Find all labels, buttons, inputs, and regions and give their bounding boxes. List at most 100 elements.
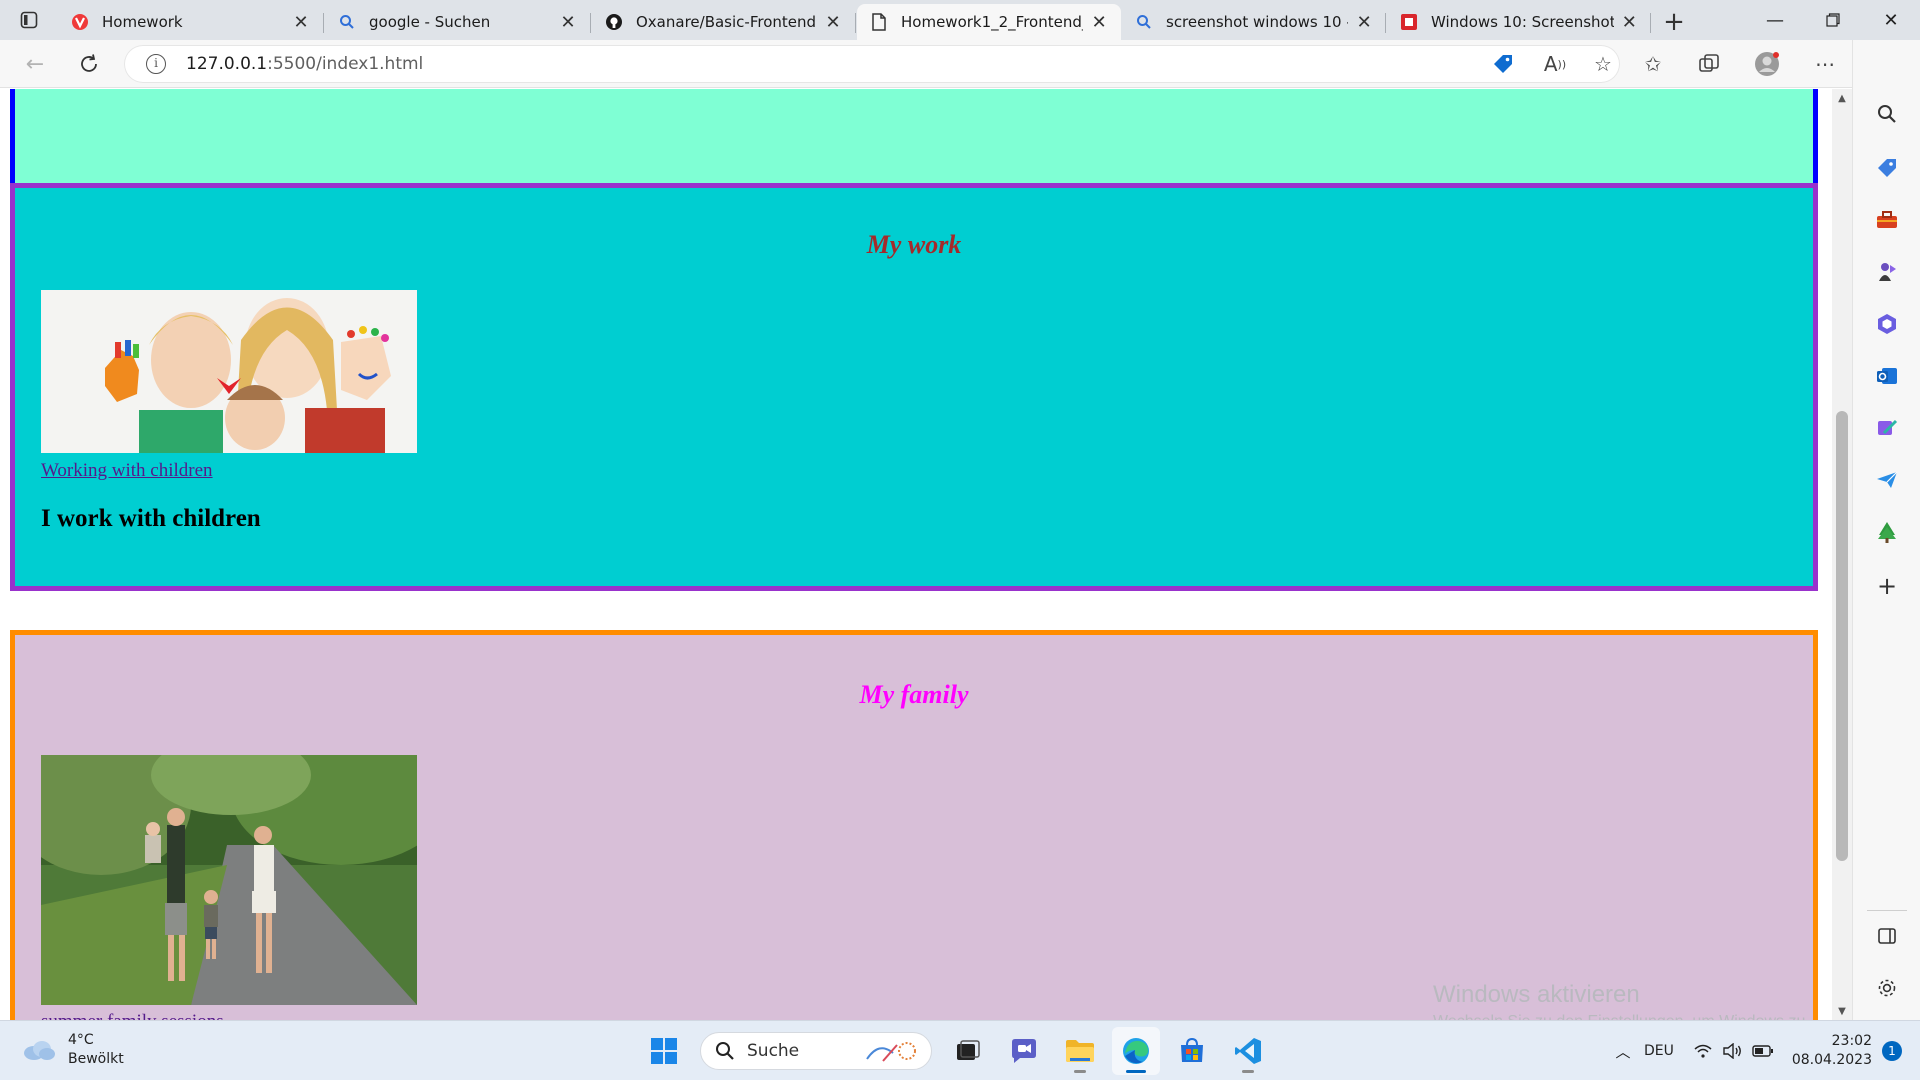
search-icon — [716, 1042, 734, 1060]
volume-icon[interactable] — [1718, 1043, 1748, 1059]
tab-windows10-screenshot[interactable]: Windows 10: Screenshot ers ✕ — [1387, 4, 1651, 40]
tab-title: screenshot windows 10 - Su — [1166, 13, 1348, 31]
close-icon: ✕ — [1883, 9, 1899, 31]
more-menu-icon[interactable]: ⋯ — [1812, 51, 1838, 77]
clock[interactable]: 23:02 08.04.2023 — [1792, 1032, 1872, 1070]
family-photo — [41, 755, 417, 1005]
sidebar-tools-icon[interactable] — [1871, 204, 1903, 236]
shopping-tag-icon[interactable] — [1490, 51, 1516, 77]
edge-sidebar: + — [1852, 40, 1920, 1020]
sidebar-search-icon[interactable] — [1871, 98, 1903, 130]
new-tab-button[interactable]: + — [1652, 4, 1696, 40]
sidebar-tree-icon[interactable] — [1871, 516, 1903, 548]
scrollbar-thumb[interactable] — [1836, 411, 1848, 861]
page-viewport: My work Working with children I work wit… — [0, 89, 1832, 1020]
work-heading: I work with children — [41, 505, 261, 532]
sidebar-designer-icon[interactable] — [1871, 412, 1903, 444]
scroll-down-arrow-icon[interactable]: ▼ — [1832, 1002, 1852, 1020]
tab-title: Homework — [102, 13, 183, 31]
task-view-icon — [957, 1040, 980, 1060]
address-bar[interactable]: i 127.0.0.1:5500/index1.html A)) ☆ — [124, 45, 1620, 83]
close-icon[interactable]: ✕ — [559, 12, 577, 33]
weather-desc: Bewölkt — [68, 1051, 124, 1067]
edge-browser-button[interactable] — [1112, 1027, 1160, 1075]
sidebar-microsoft365-icon[interactable] — [1871, 308, 1903, 340]
clock-time: 23:02 — [1831, 1033, 1872, 1049]
teams-chat-icon — [1012, 1039, 1036, 1063]
vscode-button[interactable] — [1224, 1027, 1272, 1075]
working-with-children-link[interactable]: Working with children — [41, 460, 213, 482]
profile-avatar[interactable] — [1754, 51, 1780, 77]
sidebar-shopping-icon[interactable] — [1871, 152, 1903, 184]
close-icon[interactable]: ✕ — [1091, 12, 1107, 33]
microsoft-store-button[interactable] — [1168, 1027, 1216, 1075]
window-controls: — ✕ — [1746, 0, 1920, 40]
browser-toolbar: ← i 127.0.0.1:5500/index1.html A)) ☆ ✩ ⋯ — [0, 40, 1920, 88]
minimize-button[interactable]: — — [1746, 0, 1804, 40]
url-path: :5500/index1.html — [267, 54, 424, 74]
tab-actions-icon — [20, 11, 38, 29]
hide-sidebar-icon[interactable] — [1871, 920, 1903, 952]
sidebar-games-icon[interactable] — [1871, 256, 1903, 288]
system-tray: ︿ DEU 23:02 08.04.2023 1 — [1608, 1021, 1920, 1081]
minimize-icon: — — [1766, 9, 1784, 31]
wifi-icon[interactable] — [1688, 1044, 1718, 1058]
sidebar-outlook-icon[interactable] — [1871, 360, 1903, 392]
url-text: 127.0.0.1:5500/index1.html — [186, 54, 423, 74]
taskbar-search-box[interactable]: Suche — [700, 1032, 932, 1070]
windows-logo-icon — [651, 1038, 677, 1064]
close-window-button[interactable]: ✕ — [1862, 0, 1920, 40]
task-view-button[interactable] — [944, 1027, 992, 1075]
file-explorer-button[interactable] — [1056, 1027, 1104, 1075]
show-hidden-icons-chevron-icon[interactable]: ︿ — [1608, 1041, 1638, 1062]
sidebar-add-icon[interactable]: + — [1871, 570, 1903, 602]
tab-title: Windows 10: Screenshot ers — [1431, 13, 1614, 31]
running-indicator — [1242, 1070, 1254, 1073]
watermark-title: Windows aktivieren — [1433, 981, 1640, 1008]
family-title: My family — [859, 680, 969, 709]
tab-google-search[interactable]: google - Suchen ✕ — [325, 4, 591, 40]
teams-chat-button[interactable] — [1000, 1027, 1048, 1075]
sidebar-drop-icon[interactable] — [1871, 464, 1903, 496]
tab-homework[interactable]: Homework ✕ — [58, 4, 324, 40]
tab-github[interactable]: Oxanare/Basic-Frontend ✕ — [592, 4, 856, 40]
weather-widget[interactable]: 4°C Bewölkt — [22, 1031, 124, 1069]
read-aloud-icon[interactable]: A)) — [1542, 51, 1568, 77]
search-label: Suche — [747, 1041, 800, 1061]
sidebar-settings-gear-icon[interactable] — [1871, 972, 1903, 1004]
work-title: My work — [866, 230, 962, 259]
bing-search-icon — [1134, 12, 1154, 32]
vertical-scrollbar[interactable]: ▲ ▼ — [1832, 89, 1852, 1020]
url-host: 127.0.0.1 — [186, 54, 268, 74]
vivaldi-icon — [70, 12, 90, 32]
restore-button[interactable] — [1804, 0, 1862, 40]
input-language[interactable]: DEU — [1644, 1043, 1674, 1059]
info-icon[interactable]: i — [146, 54, 166, 74]
running-indicator — [1126, 1070, 1146, 1073]
plus-icon: + — [1663, 7, 1685, 37]
favorites-icon[interactable]: ✩ — [1640, 51, 1666, 77]
battery-icon[interactable] — [1748, 1045, 1778, 1057]
close-icon[interactable]: ✕ — [292, 12, 310, 33]
tab-homework1-frontend[interactable]: Homework1_2_Frontend_Ba ✕ — [857, 4, 1121, 40]
work-section: My work Working with children I work wit… — [10, 183, 1818, 591]
back-arrow-icon: ← — [25, 51, 45, 77]
close-icon[interactable]: ✕ — [1622, 12, 1637, 33]
vscode-icon — [1235, 1038, 1261, 1064]
store-icon — [1181, 1037, 1203, 1062]
tab-title: Homework1_2_Frontend_Ba — [901, 13, 1083, 31]
close-icon[interactable]: ✕ — [1356, 12, 1372, 33]
add-favorite-icon[interactable]: ☆ — [1590, 51, 1616, 77]
close-icon[interactable]: ✕ — [824, 12, 842, 33]
tab-actions-button[interactable] — [0, 0, 58, 40]
folder-icon — [1066, 1040, 1094, 1062]
scroll-up-arrow-icon[interactable]: ▲ — [1832, 89, 1852, 107]
bing-search-icon — [337, 12, 357, 32]
collections-icon[interactable] — [1696, 51, 1722, 77]
notification-badge[interactable]: 1 — [1882, 1041, 1902, 1061]
start-button[interactable] — [640, 1027, 688, 1075]
tab-screenshot-search[interactable]: screenshot windows 10 - Su ✕ — [1122, 4, 1386, 40]
back-button[interactable]: ← — [18, 48, 52, 80]
family-section: My family — [10, 630, 1818, 1020]
refresh-button[interactable] — [72, 48, 106, 80]
